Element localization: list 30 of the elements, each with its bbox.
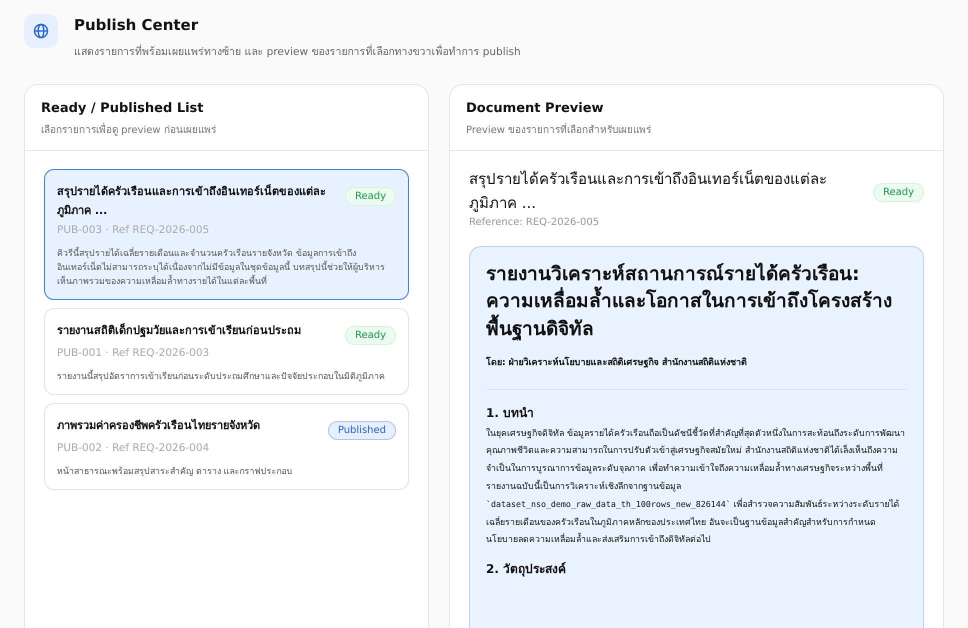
page-subtitle: แสดงรายการที่พร้อมเผยแพร่ทางซ้าย และ preview ของรายการที่เลือกทางขวาเพื่อทำการ publish [74, 44, 521, 60]
item-description: หน้าสาธารณะพร้อมสรุปสาระสำคัญ ตาราง และกราฟประกอบ [57, 466, 294, 479]
page-title: Publish Center [74, 15, 200, 36]
document-heading: รายงานวิเคราะห์สถานการณ์รายได้ครัวเรือน: ความเหลื่อมล้ำและโอกาสในการเข้าถึงโครงสร้างพื้นฐานดิจิทัล [486, 262, 893, 343]
publication-item[interactable]: รายงานสถิติเด็กปฐมวัยและการเข้าเรียนก่อนประถม Ready PUB-001 · Ref REQ-2026-003 รายงานนี้สรุปอัตราการเข้าเรียนก่อนระดับประถมศึกษาและปัจจัยประกอบในมิติภูมิภาค [44, 308, 409, 395]
document-byline: โดย: ฝ่ายวิเคราะห์นโยบายและสถิติเศรษฐกิจ สำนักงานสถิติแห่งชาติ [486, 357, 748, 370]
document-reference: Reference: REQ-2026-005 [469, 216, 600, 230]
panel-title: Document Preview [466, 100, 605, 118]
item-meta: PUB-001 · Ref REQ-2026-003 [57, 346, 210, 362]
section-heading: 2. วัตถุประสงค์ [486, 561, 568, 578]
status-badge: Ready [872, 182, 924, 202]
item-title: ภาพรวมค่าครองชีพครัวเรือนไทยรายจังหวัด [57, 418, 260, 434]
panel-subtitle: Preview ของรายการที่เลือกสำหรับเผยแพร่ [466, 122, 652, 138]
status-badge: Ready [344, 186, 396, 206]
publication-item[interactable] [44, 168, 409, 300]
item-description: คิวรีนี้สรุปรายได้เฉลี่ยรายเดือนและจำนวนครัวเรือนรายจังหวัด ข้อมูลการเข้าถึงอินเทอร์เน็ตไม่สามารถระบุได้เนื่องจากไม่มีข้อมูลในชุดข้อมูลนี้ บทสรุปนี้ช่วยให้ผู้บริหารเห็นภาพรวมของความเหลื่อมล้ำทางรายได้ในแต่ละพื้นที่ [57, 247, 396, 290]
section-heading: 1. บทนำ [486, 404, 536, 422]
globe-icon [24, 14, 58, 48]
item-description: รายงานนี้สรุปอัตราการเข้าเรียนก่อนระดับประถมศึกษาและปัจจัยประกอบในมิติภูมิภาค [57, 370, 386, 384]
panel-title: Ready / Published List [41, 100, 205, 118]
item-meta: PUB-003 · Ref REQ-2026-005 [57, 223, 210, 238]
status-badge: Ready [344, 326, 396, 346]
document-title: สรุปรายได้ครัวเรือนและการเข้าถึงอินเทอร์เน็ตของแต่ละภูมิภาค ... [469, 168, 828, 214]
publication-item[interactable]: ภาพรวมค่าครองชีพครัวเรือนไทยรายจังหวัด Published PUB-002 · Ref REQ-2026-004 หน้าสาธารณะพร้อมสรุปสาระสำคัญ ตาราง และกราฟประกอบ [44, 403, 409, 490]
status-badge: Published [328, 421, 396, 440]
item-title: สรุปรายได้ครัวเรือนและการเข้าถึงอินเทอร์เน็ตของแต่ละภูมิภาค ... [57, 183, 327, 220]
panel-subtitle: เลือกรายการเพื่อดู preview ก่อนเผยแพร่ [41, 122, 217, 138]
item-meta: PUB-002 · Ref REQ-2026-004 [57, 441, 210, 456]
section-paragraph: ในยุคเศรษฐกิจดิจิทัล ข้อมูลรายได้ครัวเรือนถือเป็นดัชนีชี้วัดที่สำคัญที่สุดตัวหนึ่งในการสะท้อนถึงระดับการพัฒนาคุณภาพชีวิตและความสามารถในการปรับตัวเข้าสู่เศรษฐกิจสมัยใหม่ สำนักงานสถิติแห่งชาติได้เล็งเห็นถึงความจำเป็นในการบูรณาการข้อมูลระดับจุลภาค เพื่อทำความเข้าใจถึงความเหลื่อมล้ำทางเศรษฐกิจระหว่างพื้นที่ รายงานฉบับนี้เป็นการวิเคราะห์เชิงลึกจากฐานข้อมูล `dataset_nso_demo_raw_data_th_100rows_new_826144` เพื่อสำรวจความสัมพันธ์ระหว่างระดับรายได้เฉลี่ยรายเดือนของครัวเรือนในภูมิภาคหลักของประเทศไทย อันจะเป็นฐานข้อมูลสำคัญสำหรับการกำหนดนโยบายลดความเหลื่อมล้ำและส่งเสริมการเข้าถึงดิจิทัลต่อไป [486, 426, 906, 548]
item-title: รายงานสถิติเด็กปฐมวัยและการเข้าเรียนก่อนประถม [57, 322, 301, 340]
